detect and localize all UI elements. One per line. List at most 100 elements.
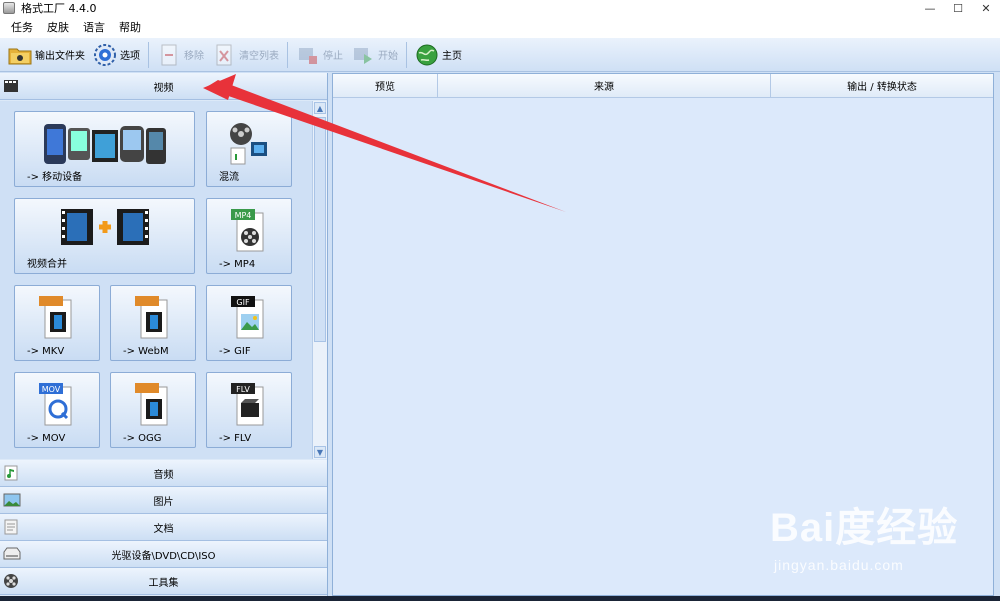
task-list-header: 预览 来源 输出 / 转换状态	[333, 74, 993, 98]
close-button[interactable]: ✕	[972, 0, 1000, 16]
stop-label: 停止	[323, 51, 343, 62]
category-document[interactable]: 文档	[0, 514, 327, 541]
tile-video-merge[interactable]: 视频合并	[14, 198, 195, 274]
clear-icon	[212, 43, 236, 67]
home-label: 主页	[442, 51, 462, 62]
mux-icon	[227, 120, 271, 171]
video-format-grid: -> 移动设备 混流 视频合并 MP4 -> MP4 -> MKV -> Web…	[0, 101, 312, 459]
scroll-up-icon[interactable]: ▲	[314, 102, 326, 114]
clear-list-label: 清空列表	[239, 51, 279, 62]
tile-mov[interactable]: MOV -> MOV	[14, 372, 100, 448]
tile-webm-label: -> WebM	[123, 346, 169, 357]
tile-ogg[interactable]: -> OGG	[110, 372, 196, 448]
menu-skin[interactable]: 皮肤	[40, 19, 76, 35]
music-note-icon	[3, 465, 19, 481]
start-button[interactable]: 开始	[347, 40, 402, 70]
category-audio-label: 音频	[153, 469, 174, 481]
mp4-badge: MP4	[235, 211, 252, 220]
remove-button[interactable]: 移除	[153, 40, 208, 70]
stop-icon	[296, 43, 320, 67]
column-output-status[interactable]: 输出 / 转换状态	[771, 74, 993, 97]
category-picture-label: 图片	[153, 496, 174, 508]
toolbar: 输出文件夹 选项 移除 清空列表 停止 开始 主页	[0, 38, 1000, 72]
ogg-file-icon	[133, 381, 173, 430]
toolbar-separator	[287, 41, 288, 68]
menu-bar: 任务 皮肤 语言 帮助	[0, 16, 1000, 38]
tile-mkv[interactable]: -> MKV	[14, 285, 100, 361]
start-icon	[351, 43, 375, 67]
mp4-file-icon: MP4	[229, 207, 269, 256]
tile-flv[interactable]: FLV -> FLV	[206, 372, 292, 448]
watermark-sub: jingyan.baidu.com	[774, 557, 904, 573]
tile-flv-label: -> FLV	[219, 433, 252, 444]
window-title: 格式工厂 4.4.0	[21, 2, 97, 15]
category-video[interactable]: 视频	[0, 73, 327, 100]
globe-icon	[415, 43, 439, 67]
tile-mp4-label: -> MP4	[219, 259, 256, 270]
start-label: 开始	[378, 51, 398, 62]
output-folder-button[interactable]: 输出文件夹	[4, 40, 89, 70]
tile-mkv-label: -> MKV	[27, 346, 65, 357]
tile-scrollbar[interactable]: ▲ ▼	[312, 101, 327, 459]
tile-mux[interactable]: 混流	[206, 111, 292, 187]
gear-icon	[93, 43, 117, 67]
tile-merge-label: 视频合并	[27, 259, 67, 270]
tile-mov-label: -> MOV	[27, 433, 66, 444]
picture-icon	[3, 492, 21, 508]
category-optical-drive[interactable]: 光驱设备\DVD\CD\ISO	[0, 541, 327, 568]
menu-language[interactable]: 语言	[76, 19, 112, 35]
category-tools-label: 工具集	[148, 577, 179, 589]
stop-button[interactable]: 停止	[292, 40, 347, 70]
toolbar-separator	[148, 41, 149, 68]
document-icon	[3, 519, 19, 535]
category-tools[interactable]: 工具集	[0, 568, 327, 595]
gif-badge: GIF	[236, 298, 250, 307]
clear-list-button[interactable]: 清空列表	[208, 40, 283, 70]
folder-icon	[8, 43, 32, 67]
tile-mp4[interactable]: MP4 -> MP4	[206, 198, 292, 274]
menu-task[interactable]: 任务	[4, 19, 40, 35]
taskbar-strip	[0, 596, 1000, 601]
column-source[interactable]: 来源	[438, 74, 771, 97]
toolbar-separator	[406, 41, 407, 68]
category-optical-label: 光驱设备\DVD\CD\ISO	[111, 550, 216, 562]
home-button[interactable]: 主页	[411, 40, 466, 70]
tile-mux-label: 混流	[219, 172, 239, 183]
tile-mobile-label: -> 移动设备	[27, 172, 83, 183]
film-clapper-icon	[3, 78, 19, 94]
baidu-watermark: Bai度经验 jingyan.baidu.com	[770, 495, 980, 585]
flv-file-icon: FLV	[229, 381, 269, 430]
scroll-thumb[interactable]	[314, 117, 326, 342]
category-video-label: 视频	[153, 82, 174, 94]
category-panel: 视频 -> 移动设备 混流 视频合并 MP4 -> MP4 -> MKV -> …	[0, 73, 328, 596]
category-picture[interactable]: 图片	[0, 487, 327, 514]
tile-mobile-device[interactable]: -> 移动设备	[14, 111, 195, 187]
minimize-button[interactable]: —	[916, 0, 944, 16]
window-controls: — ☐ ✕	[916, 0, 1000, 16]
output-folder-label: 输出文件夹	[35, 51, 85, 62]
app-icon	[3, 2, 15, 14]
mov-file-icon: MOV	[37, 381, 77, 430]
tile-ogg-label: -> OGG	[123, 433, 162, 444]
tile-webm[interactable]: -> WebM	[110, 285, 196, 361]
menu-help[interactable]: 帮助	[112, 19, 148, 35]
options-label: 选项	[120, 51, 140, 62]
options-button[interactable]: 选项	[89, 40, 144, 70]
flv-badge: FLV	[236, 385, 250, 394]
webm-file-icon	[133, 294, 173, 343]
category-list: 音频 图片 文档 光驱设备\DVD\CD\ISO 工具集	[0, 460, 327, 595]
tile-gif-label: -> GIF	[219, 346, 251, 357]
maximize-button[interactable]: ☐	[944, 0, 972, 16]
scroll-down-icon[interactable]: ▼	[314, 446, 326, 458]
video-merge-icon	[59, 207, 151, 250]
category-audio[interactable]: 音频	[0, 460, 327, 487]
watermark-main: Bai度经验	[770, 506, 959, 550]
remove-label: 移除	[184, 51, 204, 62]
mov-badge: MOV	[42, 385, 61, 394]
column-preview[interactable]: 预览	[333, 74, 438, 97]
disc-drive-icon	[3, 546, 21, 562]
gif-file-icon: GIF	[229, 294, 269, 343]
tile-gif[interactable]: GIF -> GIF	[206, 285, 292, 361]
tools-reel-icon	[3, 573, 19, 589]
category-document-label: 文档	[153, 523, 174, 535]
